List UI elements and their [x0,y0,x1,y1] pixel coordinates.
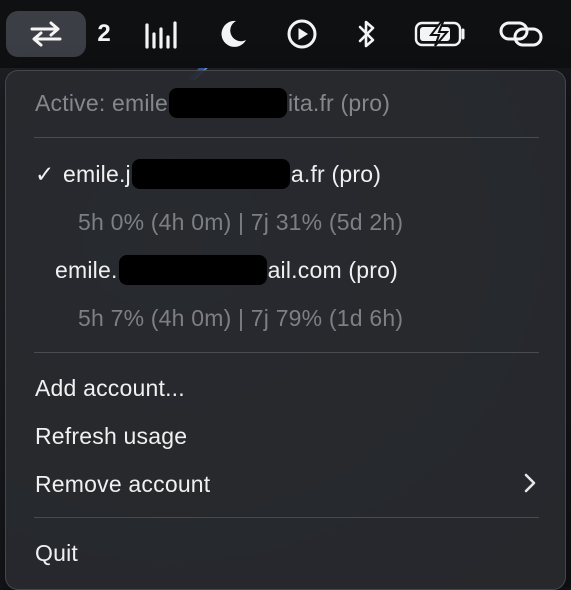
usage-text: 5h 7% (4h 0m) | 7j 79% (1d 6h) [78,304,404,331]
redacted-block [118,255,267,285]
active-account-header: Active: emile ita.fr (pro) [6,83,565,123]
separator [34,137,539,138]
remove-account-item[interactable]: Remove account [6,464,565,504]
play-circle-icon[interactable] [282,0,322,68]
add-account-label: Add account... [35,374,185,401]
account-item-1[interactable]: ✓ emile.j a.fr (pro) [6,154,565,194]
switch-arrows-icon[interactable] [18,0,74,68]
bluetooth-icon[interactable] [350,0,384,68]
moon-icon[interactable] [212,0,252,68]
account-name-prefix: emile.j [63,160,131,187]
separator [34,517,539,518]
account-count-badge[interactable]: 2 [90,0,118,68]
link-icon[interactable] [496,0,546,68]
account-usage-1: 5h 0% (4h 0m) | 7j 31% (5d 2h) [6,202,565,242]
add-account-item[interactable]: Add account... [6,368,565,408]
redacted-block [168,88,287,118]
account-name-suffix: ail.com (pro) [267,256,398,283]
refresh-usage-label: Refresh usage [35,422,188,449]
quit-item[interactable]: Quit [6,533,565,573]
account-name-suffix: a.fr (pro) [290,160,382,187]
separator [34,352,539,353]
redacted-block [131,159,290,189]
audio-levels-icon[interactable] [140,0,182,68]
battery-charging-icon[interactable] [412,0,470,68]
refresh-usage-item[interactable]: Refresh usage [6,416,565,456]
account-menu: Active: emile ita.fr (pro) ✓ emile.j a.f… [5,70,566,590]
checkmark-icon: ✓ [35,160,55,187]
remove-account-label: Remove account [35,470,211,497]
chevron-right-icon [524,473,536,493]
account-usage-2: 5h 7% (4h 0m) | 7j 79% (1d 6h) [6,298,565,338]
header-prefix: Active: emile [35,89,168,116]
account-count: 2 [97,20,111,47]
header-suffix: ita.fr (pro) [287,89,391,116]
account-name-prefix: emile. [55,256,118,283]
usage-text: 5h 0% (4h 0m) | 7j 31% (5d 2h) [78,208,404,235]
account-item-2[interactable]: emile. ail.com (pro) [6,250,565,290]
menu-bar: 2 [0,0,571,68]
quit-label: Quit [35,539,78,566]
